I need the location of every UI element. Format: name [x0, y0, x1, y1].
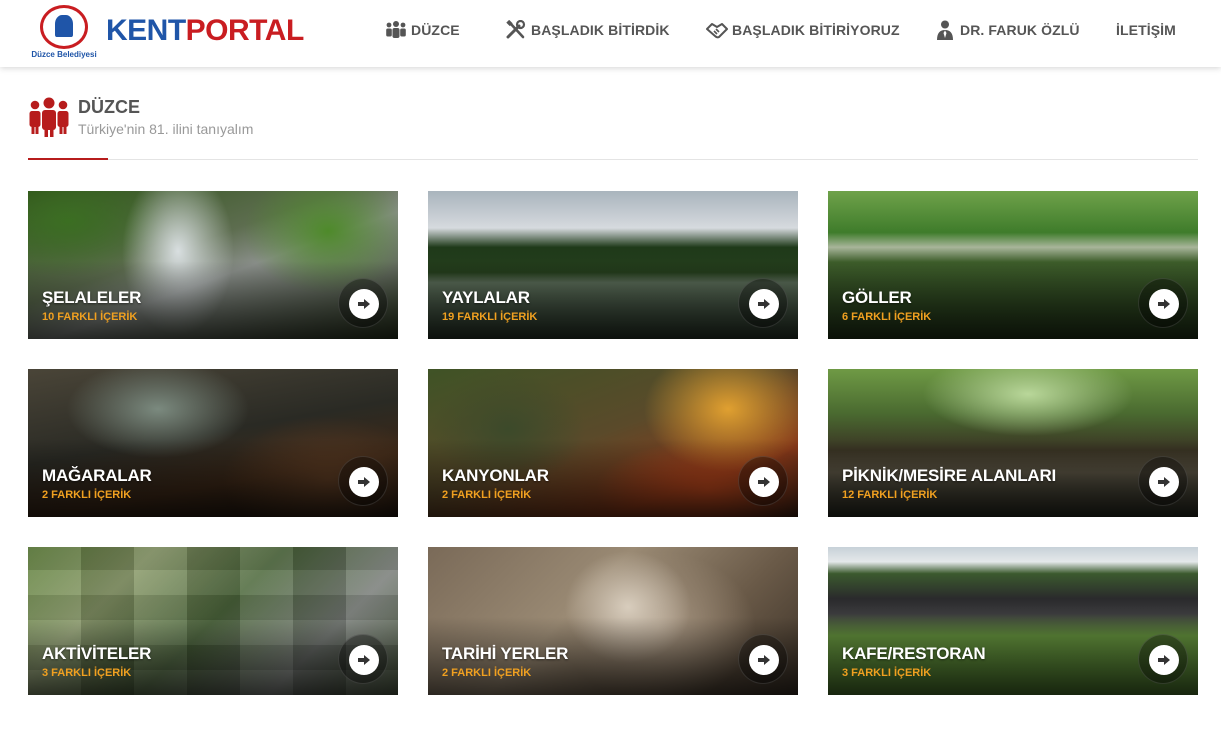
arrow-right-icon — [358, 477, 370, 487]
arrow-right-icon — [1158, 655, 1170, 665]
card-count: 2 FARKLI İÇERİK — [42, 489, 132, 501]
arrow-right-icon — [1158, 299, 1170, 309]
category-card-tarihi-yerler[interactable]: TARİHİ YERLER 2 FARKLI İÇERİK — [428, 547, 798, 695]
handshake-icon — [706, 20, 728, 40]
card-arrow-button[interactable] — [1138, 456, 1188, 506]
category-card-magaralar[interactable]: MAĞARALAR 2 FARKLI İÇERİK — [28, 369, 398, 517]
card-title: KANYONLAR — [442, 466, 549, 485]
kentportal-wordmark[interactable]: KENTPORTAL — [106, 14, 304, 48]
card-arrow-button[interactable] — [338, 634, 388, 684]
arrow-right-icon — [758, 477, 770, 487]
category-card-yaylalar[interactable]: YAYLALAR 19 FARKLI İÇERİK — [428, 191, 798, 339]
card-count: 19 FARKLI İÇERİK — [442, 311, 538, 323]
nav-label: BAŞLADIK BİTİRDİK — [531, 22, 670, 38]
nav-item-basladik-bitirdik[interactable]: BAŞLADIK BİTİRDİK — [505, 0, 670, 60]
category-card-aktiviteler[interactable]: AKTİVİTELER 3 FARKLI İÇERİK — [28, 547, 398, 695]
section-divider-accent — [28, 158, 108, 160]
card-title: ŞELALELER — [42, 288, 142, 307]
nav-item-faruk-ozlu[interactable]: DR. FARUK ÖZLÜ — [934, 0, 1080, 60]
arrow-right-icon — [758, 299, 770, 309]
card-arrow-button[interactable] — [1138, 634, 1188, 684]
wordmark-portal: PORTAL — [185, 14, 305, 47]
arrow-right-icon — [758, 655, 770, 665]
wordmark-kent: KENT — [106, 14, 186, 47]
card-count: 2 FARKLI İÇERİK — [442, 667, 532, 679]
category-card-piknik-mesire[interactable]: PİKNİK/MESİRE ALANLARI 12 FARKLI İÇERİK — [828, 369, 1198, 517]
card-count: 12 FARKLI İÇERİK — [842, 489, 938, 501]
card-title: MAĞARALAR — [42, 466, 152, 485]
arrow-right-icon — [1158, 477, 1170, 487]
nav-label: DÜZCE — [411, 22, 460, 38]
card-count: 3 FARKLI İÇERİK — [842, 667, 932, 679]
people-icon — [385, 20, 407, 40]
nav-item-iletisim[interactable]: İLETİŞİM — [1116, 0, 1176, 60]
people-icon — [28, 96, 70, 138]
card-title: TARİHİ YERLER — [442, 644, 569, 663]
card-arrow-button[interactable] — [338, 278, 388, 328]
section-divider — [28, 159, 1198, 160]
nav-label: İLETİŞİM — [1116, 22, 1176, 38]
emblem-icon — [40, 5, 88, 49]
category-card-selaleler[interactable]: ŞELALELER 10 FARKLI İÇERİK — [28, 191, 398, 339]
logo-city-text: Düzce Belediyesi — [31, 50, 97, 59]
card-title: AKTİVİTELER — [42, 644, 152, 663]
nav-label: BAŞLADIK BİTİRİYORUZ — [732, 22, 900, 38]
card-count: 10 FARKLI İÇERİK — [42, 311, 138, 323]
category-card-kafe-restoran[interactable]: KAFE/RESTORAN 3 FARKLI İÇERİK — [828, 547, 1198, 695]
card-arrow-button[interactable] — [738, 634, 788, 684]
page-subtitle: Türkiye'nin 81. ilini tanıyalım — [78, 121, 254, 137]
nav-item-basladik-bitiriyoruz[interactable]: BAŞLADIK BİTİRİYORUZ — [706, 0, 900, 60]
page-title: DÜZCE — [78, 97, 140, 117]
arrow-right-icon — [358, 655, 370, 665]
card-count: 6 FARKLI İÇERİK — [842, 311, 932, 323]
card-title: PİKNİK/MESİRE ALANLARI — [842, 466, 1057, 485]
category-card-goller[interactable]: GÖLLER 6 FARKLI İÇERİK — [828, 191, 1198, 339]
top-header: Düzce Belediyesi KENTPORTAL DÜZCE BAŞLAD… — [0, 0, 1221, 67]
card-arrow-button[interactable] — [738, 278, 788, 328]
card-title: KAFE/RESTORAN — [842, 644, 986, 663]
card-arrow-button[interactable] — [738, 456, 788, 506]
user-tie-icon — [934, 20, 956, 40]
category-card-kanyonlar[interactable]: KANYONLAR 2 FARKLI İÇERİK — [428, 369, 798, 517]
tools-icon — [505, 19, 527, 40]
nav-item-duzce[interactable]: DÜZCE — [385, 0, 460, 60]
card-title: GÖLLER — [842, 288, 912, 307]
card-title: YAYLALAR — [442, 288, 530, 307]
nav-label: DR. FARUK ÖZLÜ — [960, 22, 1080, 38]
card-arrow-button[interactable] — [1138, 278, 1188, 328]
card-count: 3 FARKLI İÇERİK — [42, 667, 132, 679]
arrow-right-icon — [358, 299, 370, 309]
municipality-logo[interactable]: Düzce Belediyesi — [30, 5, 98, 59]
card-arrow-button[interactable] — [338, 456, 388, 506]
card-count: 2 FARKLI İÇERİK — [442, 489, 532, 501]
